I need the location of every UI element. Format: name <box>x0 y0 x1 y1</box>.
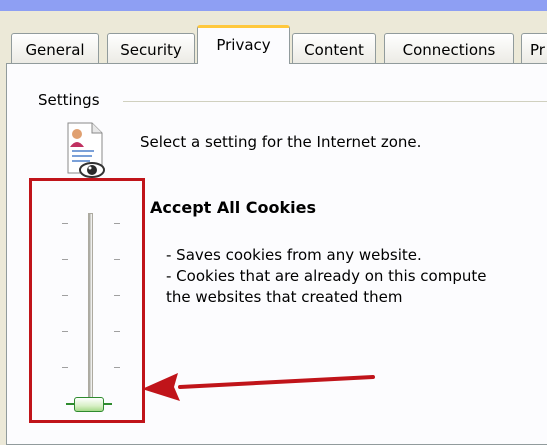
description-line: the websites that created them <box>166 288 403 306</box>
slider-thumb-notch-right <box>104 403 112 405</box>
document-person-eye-icon <box>67 122 105 178</box>
tab-content[interactable]: Content <box>292 33 376 63</box>
settings-group-divider <box>123 101 547 102</box>
description-line: - Cookies that are already on this compu… <box>166 267 487 285</box>
zone-description: Select a setting for the Internet zone. <box>140 133 422 151</box>
privacy-level-description: - Saves cookies from any website. - Cook… <box>166 245 486 287</box>
privacy-slider-thumb[interactable] <box>74 397 104 412</box>
tab-label: Privacy <box>216 36 271 54</box>
tab-label: General <box>25 41 85 59</box>
tab-label: Pr <box>530 41 545 59</box>
tab-programs[interactable]: Pr <box>521 33 547 63</box>
settings-group-label: Settings <box>38 91 102 109</box>
tab-general[interactable]: General <box>11 33 99 63</box>
tab-label: Connections <box>402 41 496 59</box>
tab-connections[interactable]: Connections <box>384 33 514 63</box>
slider-thumb-notch-left <box>66 403 74 405</box>
slider-highlight-box <box>29 178 145 423</box>
tab-label: Content <box>304 41 364 59</box>
red-arrow-icon <box>142 373 375 401</box>
window-title-bar-edge <box>0 0 547 11</box>
tab-strip: General Security Privacy Content Connect… <box>0 11 547 71</box>
privacy-level-title: Accept All Cookies <box>150 198 317 217</box>
tab-security[interactable]: Security <box>107 33 195 63</box>
description-line: - Saves cookies from any website. <box>166 246 422 264</box>
tab-privacy[interactable]: Privacy <box>197 25 290 64</box>
tab-label: Security <box>120 41 182 59</box>
